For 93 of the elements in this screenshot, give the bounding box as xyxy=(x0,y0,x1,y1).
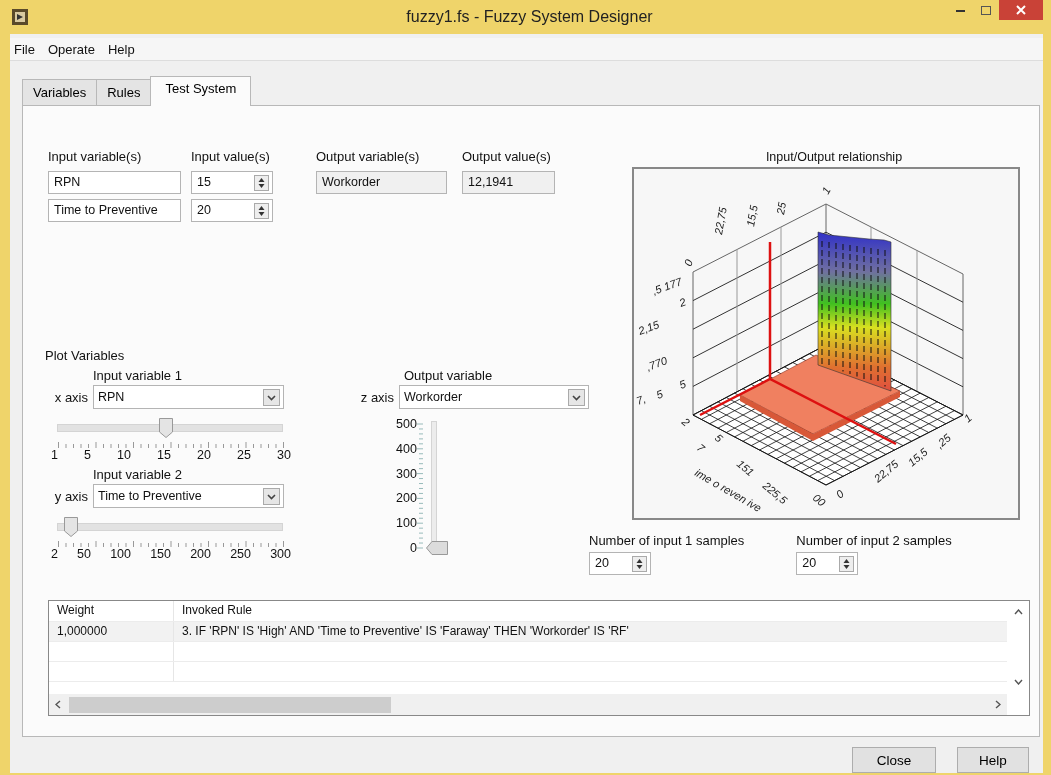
axis-tick-label: ,5 177 xyxy=(650,275,684,297)
axis-tick-label: 7 xyxy=(694,441,708,455)
slider[interactable] xyxy=(57,518,283,536)
column-header: Weight xyxy=(49,601,174,621)
scroll-up-icon xyxy=(1013,609,1023,615)
axis-tick-label: 151 xyxy=(734,457,757,479)
axis-label: y axis xyxy=(53,488,88,504)
close-button[interactable] xyxy=(999,0,1043,20)
dialog-button[interactable]: Close xyxy=(852,747,936,773)
dropdown[interactable]: Workorder xyxy=(399,385,589,409)
column-label: Input variable(s) xyxy=(48,148,143,165)
axis-tick-label: 0 xyxy=(833,487,846,501)
input-variable-field[interactable]: Time to Preventive xyxy=(48,199,181,222)
axis-label: z axis xyxy=(359,389,394,405)
scale-label: 10 xyxy=(117,448,131,462)
dropdown[interactable]: Time to Preventive xyxy=(93,484,284,508)
scale-label: 150 xyxy=(150,547,171,561)
dropdown-caption: Input variable 1 xyxy=(93,368,183,383)
scale-label: 0 xyxy=(409,541,417,555)
axis-tick-label: 1 xyxy=(819,184,833,196)
axis-tick-label: 5 xyxy=(677,377,688,391)
scale-label: 250 xyxy=(230,547,251,561)
axis-tick-label: 2 xyxy=(677,295,688,309)
chevron-down-icon xyxy=(263,388,280,406)
tab[interactable]: Variables xyxy=(22,79,98,105)
scale-label: 50 xyxy=(77,547,91,561)
maximize-icon xyxy=(981,5,991,15)
axis-tick-label: 25 xyxy=(774,201,789,216)
scale-label: 200 xyxy=(396,491,417,506)
samples-label: Number of input 2 samples xyxy=(796,532,952,549)
table-cell-text: 3. IF 'RPN' IS 'High' AND 'Time to Preventive' IS 'Faraway' THEN 'Workorder' IS 'RF' xyxy=(181,623,630,640)
samples-label: Number of input 1 samples xyxy=(589,532,745,549)
scroll-right-icon xyxy=(995,700,1001,709)
dropdown[interactable]: RPN xyxy=(93,385,284,409)
menu-item[interactable]: File xyxy=(14,41,35,57)
tab[interactable]: Rules xyxy=(96,79,152,105)
slider-thumb[interactable] xyxy=(64,517,79,537)
scale-label: 500 xyxy=(396,417,417,431)
menu-item[interactable]: Help xyxy=(107,41,135,57)
chevron-down-icon xyxy=(263,487,280,505)
column-label: Output variable(s) xyxy=(316,148,421,165)
axis-label: x axis xyxy=(53,389,88,405)
dialog-button[interactable]: Help xyxy=(957,747,1029,773)
scale-label: 400 xyxy=(396,441,417,456)
dropdown-caption: Input variable 2 xyxy=(93,467,183,482)
horizontal-scrollbar[interactable] xyxy=(49,694,1007,715)
axis-tick-label: 22,75 xyxy=(712,206,729,236)
menu-item[interactable]: Operate xyxy=(47,41,95,57)
close-icon xyxy=(1016,5,1026,15)
scale-label: 5 xyxy=(84,448,91,462)
minimize-icon xyxy=(955,8,965,12)
scale-label: 15 xyxy=(157,448,171,462)
scale-label: 100 xyxy=(396,516,417,531)
scale-label: 20 xyxy=(197,448,211,462)
axis-tick-label: 2,15 xyxy=(636,318,661,337)
chart-title: Input/Output relationship xyxy=(765,150,903,164)
axis-tick-label: 5 xyxy=(712,431,726,445)
column-label: Output value(s) xyxy=(462,148,552,165)
slider-thumb[interactable] xyxy=(425,541,448,555)
section-title: Plot Variables xyxy=(45,348,126,363)
scale-label: 30 xyxy=(277,448,291,462)
scale-label: 100 xyxy=(110,547,131,561)
scroll-down-icon xyxy=(1013,679,1023,685)
slider[interactable] xyxy=(57,419,283,437)
table-cell: 1,000000 xyxy=(49,622,174,641)
axis-tick-label: 1 xyxy=(961,411,974,425)
column-header: Invoked Rule xyxy=(181,602,254,619)
input-variable-field[interactable]: RPN xyxy=(48,171,181,194)
axis-tick-label: 5 xyxy=(654,387,665,401)
output-variable-field: Workorder xyxy=(316,171,447,194)
dropdown-caption: Output variable xyxy=(404,368,494,383)
axis-tick-label: 7, xyxy=(634,392,648,407)
axis-tick-label: ,770 xyxy=(644,354,669,373)
axis-tick-label: ,25 xyxy=(933,431,953,451)
slider-thumb[interactable] xyxy=(158,418,173,438)
app-icon xyxy=(12,9,28,25)
axis-tick-label: 00 xyxy=(810,491,828,509)
scroll-left-icon xyxy=(55,700,61,709)
output-value-field: 12,1941 xyxy=(462,171,555,194)
slider-track[interactable] xyxy=(430,421,437,542)
tab[interactable]: Test System xyxy=(150,76,252,106)
column-label: Input value(s) xyxy=(191,148,271,165)
scale-label: 2 xyxy=(51,547,58,561)
scale-label: 1 xyxy=(51,448,58,462)
axis-tick-label: 15,5 xyxy=(744,204,760,228)
scale-label: 200 xyxy=(190,547,211,561)
scale-label: 25 xyxy=(237,448,251,462)
axis-tick-label: 0 xyxy=(681,257,695,268)
scale-label: 300 xyxy=(396,466,417,481)
scale-label: 300 xyxy=(270,547,291,561)
window-title: fuzzy1.fs - Fuzzy System Designer xyxy=(405,8,654,26)
axis-tick-label: 2 xyxy=(679,415,693,429)
chevron-down-icon xyxy=(568,388,585,406)
